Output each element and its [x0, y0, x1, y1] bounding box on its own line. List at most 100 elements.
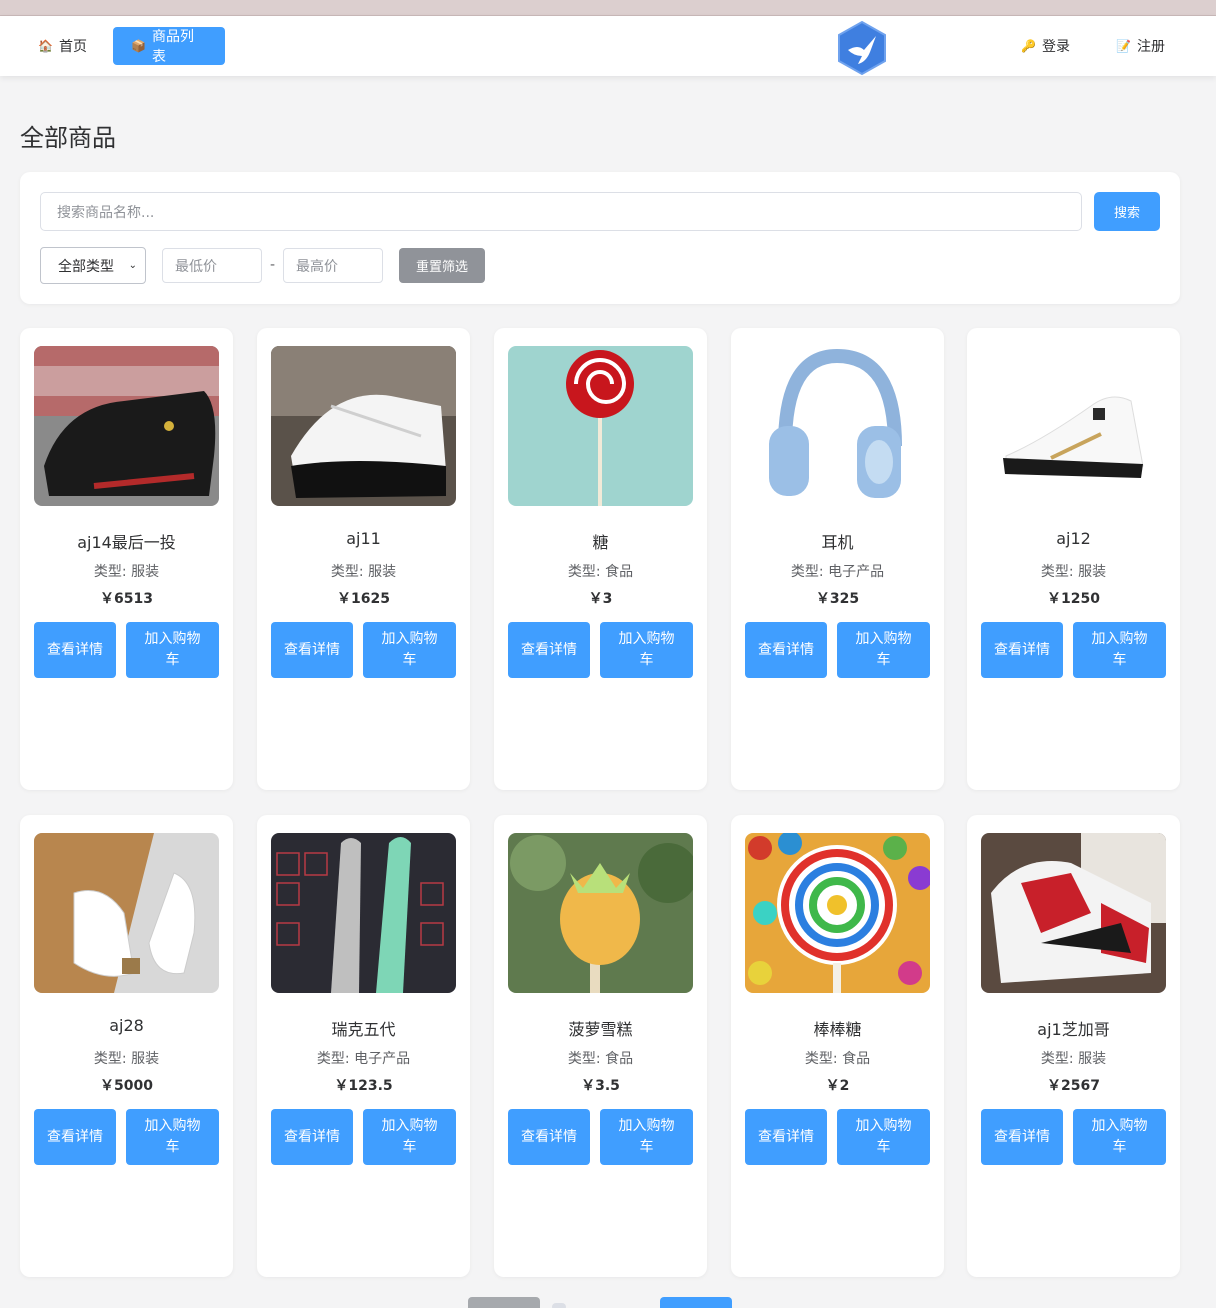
max-price-placeholder: 最高价	[296, 258, 338, 275]
house-icon: 🏠	[38, 39, 53, 53]
product-card: aj12 类型: 服装 ￥1250 查看详情 加入购物车	[967, 328, 1180, 790]
view-detail-button[interactable]: 查看详情	[508, 622, 590, 678]
view-detail-button[interactable]: 查看详情	[745, 1109, 827, 1165]
nav-products-link[interactable]: 📦 商品列表	[113, 27, 225, 65]
max-price-input[interactable]: 最高价	[283, 248, 383, 283]
price-separator: -	[270, 257, 276, 273]
pagination-indicator	[552, 1303, 566, 1308]
product-name: aj11	[346, 529, 381, 548]
product-name: aj28	[109, 1016, 144, 1035]
type-select[interactable]: 全部类型 ⌄	[40, 247, 146, 284]
search-placeholder: 搜索商品名称...	[57, 204, 155, 221]
product-price: ￥6513	[100, 591, 153, 607]
top-navbar: 🏠 首页 📦 商品列表 🔑 登录 📝 注册	[0, 16, 1216, 76]
product-type: 类型: 食品	[567, 1051, 634, 1067]
product-image[interactable]	[981, 346, 1166, 506]
product-name: 耳机	[821, 533, 854, 552]
product-type: 类型: 服装	[1040, 564, 1107, 580]
add-to-cart-button[interactable]: 加入购物车	[363, 1109, 456, 1165]
filter-panel: 搜索商品名称... 搜索 全部类型 ⌄ 最低价 - 最高价 重置筛选	[20, 172, 1180, 304]
product-card: 棒棒糖 类型: 食品 ￥2 查看详情 加入购物车	[731, 815, 944, 1277]
pagination-next-button[interactable]	[660, 1297, 732, 1308]
search-input[interactable]: 搜索商品名称...	[40, 192, 1082, 231]
nav-home-link[interactable]: 🏠 首页	[20, 27, 105, 65]
view-detail-button[interactable]: 查看详情	[34, 1109, 116, 1165]
product-price: ￥2	[825, 1078, 850, 1094]
package-icon: 📦	[131, 39, 146, 53]
product-card: 菠萝雪糕 类型: 食品 ￥3.5 查看详情 加入购物车	[494, 815, 707, 1277]
page-title: 全部商品	[20, 124, 116, 152]
product-image[interactable]	[271, 833, 456, 993]
product-image[interactable]	[271, 346, 456, 506]
reset-filter-button[interactable]: 重置筛选	[399, 248, 485, 283]
add-to-cart-button[interactable]: 加入购物车	[600, 622, 693, 678]
add-to-cart-button[interactable]: 加入购物车	[126, 1109, 219, 1165]
product-type: 类型: 服装	[93, 564, 160, 580]
add-to-cart-button[interactable]: 加入购物车	[837, 1109, 930, 1165]
product-price: ￥3	[588, 591, 613, 607]
add-to-cart-button[interactable]: 加入购物车	[837, 622, 930, 678]
product-price: ￥1250	[1047, 591, 1100, 607]
product-type: 类型: 食品	[567, 564, 634, 580]
product-image[interactable]	[745, 346, 930, 506]
product-price: ￥2567	[1047, 1078, 1100, 1094]
product-card: aj1芝加哥 类型: 服装 ￥2567 查看详情 加入购物车	[967, 815, 1180, 1277]
product-price: ￥3.5	[581, 1078, 620, 1094]
nav-login-label: 登录	[1041, 39, 1070, 55]
min-price-input[interactable]: 最低价	[162, 248, 262, 283]
nav-products-label: 商品列表	[151, 29, 194, 65]
nav-home-label: 首页	[58, 39, 87, 55]
product-name: 瑞克五代	[331, 1020, 396, 1039]
product-name: 糖	[592, 533, 609, 552]
product-name: aj12	[1056, 529, 1091, 548]
product-name: aj14最后一投	[77, 533, 176, 552]
product-name: 棒棒糖	[813, 1020, 862, 1039]
product-name: aj1芝加哥	[1037, 1020, 1110, 1039]
product-card: 瑞克五代 类型: 电子产品 ￥123.5 查看详情 加入购物车	[257, 815, 470, 1277]
product-card: aj28 类型: 服装 ￥5000 查看详情 加入购物车	[20, 815, 233, 1277]
view-detail-button[interactable]: 查看详情	[981, 1109, 1063, 1165]
product-price: ￥5000	[100, 1078, 153, 1094]
type-select-value: 全部类型	[58, 258, 114, 275]
product-card: 耳机 类型: 电子产品 ￥325 查看详情 加入购物车	[731, 328, 944, 790]
add-to-cart-button[interactable]: 加入购物车	[1073, 1109, 1166, 1165]
add-to-cart-button[interactable]: 加入购物车	[363, 622, 456, 678]
view-detail-button[interactable]: 查看详情	[981, 622, 1063, 678]
product-image[interactable]	[508, 833, 693, 993]
key-icon: 🔑	[1021, 39, 1036, 53]
view-detail-button[interactable]: 查看详情	[508, 1109, 590, 1165]
nav-register-label: 注册	[1136, 39, 1165, 55]
product-image[interactable]	[34, 833, 219, 993]
search-button[interactable]: 搜索	[1094, 192, 1160, 231]
product-image[interactable]	[745, 833, 930, 993]
min-price-placeholder: 最低价	[175, 258, 217, 275]
product-type: 类型: 服装	[1040, 1051, 1107, 1067]
product-type: 类型: 服装	[330, 564, 397, 580]
view-detail-button[interactable]: 查看详情	[271, 1109, 353, 1165]
product-name: 菠萝雪糕	[568, 1020, 633, 1039]
nav-register-link[interactable]: 📝 注册	[1098, 27, 1183, 65]
add-to-cart-button[interactable]: 加入购物车	[126, 622, 219, 678]
add-to-cart-button[interactable]: 加入购物车	[600, 1109, 693, 1165]
product-type: 类型: 电子产品	[316, 1051, 411, 1067]
product-card: aj14最后一投 类型: 服装 ￥6513 查看详情 加入购物车	[20, 328, 233, 790]
brand-logo[interactable]	[836, 20, 888, 76]
product-card: aj11 类型: 服装 ￥1625 查看详情 加入购物车	[257, 328, 470, 790]
memo-icon: 📝	[1116, 39, 1131, 53]
browser-top-strip	[0, 0, 1216, 16]
product-price: ￥1625	[337, 591, 390, 607]
product-image[interactable]	[981, 833, 1166, 993]
product-price: ￥123.5	[334, 1078, 393, 1094]
product-card: 糖 类型: 食品 ￥3 查看详情 加入购物车	[494, 328, 707, 790]
product-type: 类型: 服装	[93, 1051, 160, 1067]
product-image[interactable]	[508, 346, 693, 506]
pagination-prev-button[interactable]	[468, 1297, 540, 1308]
chevron-down-icon: ⌄	[128, 260, 137, 271]
add-to-cart-button[interactable]: 加入购物车	[1073, 622, 1166, 678]
product-type: 类型: 电子产品	[790, 564, 885, 580]
product-image[interactable]	[34, 346, 219, 506]
view-detail-button[interactable]: 查看详情	[271, 622, 353, 678]
view-detail-button[interactable]: 查看详情	[34, 622, 116, 678]
nav-login-link[interactable]: 🔑 登录	[1003, 27, 1088, 65]
view-detail-button[interactable]: 查看详情	[745, 622, 827, 678]
